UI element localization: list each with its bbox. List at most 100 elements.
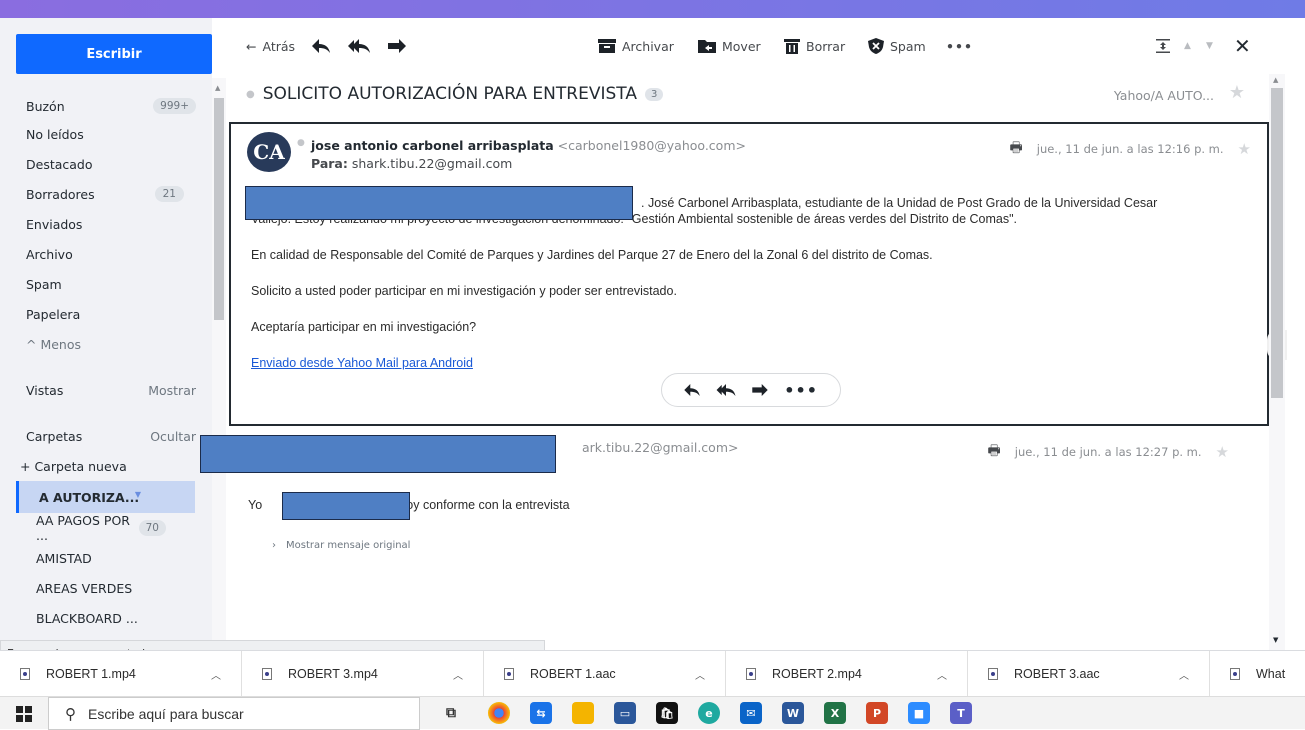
- star-icon[interactable]: ★: [1216, 443, 1229, 461]
- task-view-icon[interactable]: ⧉: [440, 702, 462, 724]
- compose-button[interactable]: Escribir: [16, 34, 212, 74]
- yahoo-mail-link[interactable]: Enviado desde Yahoo Mail para Android: [251, 354, 473, 372]
- download-item[interactable]: ROBERT 3.mp4 ︿: [242, 651, 484, 697]
- chevron-down-icon[interactable]: ▼: [135, 490, 141, 499]
- download-item[interactable]: ROBERT 2.mp4 ︿: [726, 651, 968, 697]
- windows-start-icon[interactable]: [16, 706, 32, 722]
- download-item[interactable]: ROBERT 3.aac ︿: [968, 651, 1210, 697]
- star-icon[interactable]: ★: [1238, 140, 1251, 158]
- reply-all-button[interactable]: [348, 39, 370, 53]
- sidebar-item-trash[interactable]: Papelera: [26, 302, 196, 326]
- forward-icon[interactable]: [752, 384, 768, 396]
- sidebar-folder-blackboard[interactable]: BLACKBOARD ...: [36, 606, 206, 630]
- sidebar-item-spam[interactable]: Spam: [26, 272, 196, 296]
- sidebar-item-starred[interactable]: Destacado: [26, 152, 196, 176]
- folder-breadcrumb[interactable]: Yahoo/A AUTO...: [1114, 88, 1214, 103]
- print-icon[interactable]: 🖶: [988, 440, 1001, 464]
- download-item[interactable]: What: [1210, 651, 1305, 697]
- sidebar-item-sent[interactable]: Enviados: [26, 212, 196, 236]
- print-icon[interactable]: 🖶: [1010, 137, 1023, 161]
- delete-button[interactable]: Borrar: [784, 38, 845, 54]
- file-icon: [1230, 668, 1240, 680]
- sidebar-scrollbar[interactable]: ▲: [212, 78, 226, 658]
- next-message-icon[interactable]: ▼: [1206, 41, 1213, 51]
- sidebar-folder-aa-pagos[interactable]: AA PAGOS POR ... 70: [36, 513, 166, 543]
- chrome-icon[interactable]: [488, 702, 510, 724]
- arrow-left-icon: ←: [246, 38, 257, 54]
- spam-button[interactable]: Spam: [868, 38, 926, 54]
- chevron-up-icon[interactable]: ︿: [453, 667, 463, 682]
- archive-button[interactable]: Archivar: [598, 39, 674, 54]
- back-button[interactable]: ← Atrás: [246, 39, 295, 54]
- sidebar-item-drafts[interactable]: Borradores 21: [26, 182, 196, 206]
- edge-icon[interactable]: e: [698, 702, 720, 724]
- chevron-right-icon: ›: [272, 540, 276, 551]
- scroll-down-icon[interactable]: ▼: [1273, 636, 1278, 644]
- message-card: CA ● jose antonio carbonel arribasplata …: [229, 122, 1269, 426]
- chevron-up-icon[interactable]: ︿: [211, 667, 221, 682]
- file-icon: [988, 668, 998, 680]
- chevron-up-icon[interactable]: ︿: [695, 667, 705, 682]
- trash-icon: [784, 39, 800, 54]
- word-icon[interactable]: W: [782, 702, 804, 724]
- photos-icon[interactable]: ▭: [614, 702, 636, 724]
- sender-name: jose antonio carbonel arribasplata: [311, 138, 554, 153]
- show-original-button[interactable]: › Mostrar mensaje original: [272, 540, 410, 551]
- excel-icon[interactable]: X: [824, 702, 846, 724]
- back-label: Atrás: [262, 38, 296, 54]
- reply-icon[interactable]: [684, 384, 700, 396]
- views-show-button[interactable]: Mostrar: [148, 383, 196, 398]
- date-text: jue., 11 de jun. a las 12:16 p. m.: [1036, 142, 1224, 156]
- scroll-up-icon[interactable]: ▲: [1273, 76, 1278, 84]
- sidebar-item-label: BLACKBOARD ...: [36, 610, 138, 626]
- message-toolbar: ← Atrás Archivar Mover Borrar Spam ••• ▲…: [232, 18, 1305, 74]
- mail-icon[interactable]: ✉: [740, 702, 762, 724]
- chevron-up-icon[interactable]: ︿: [937, 667, 947, 682]
- to-label: Para:: [311, 156, 348, 171]
- sidebar-item-label: Buzón: [26, 98, 65, 114]
- reply-icon: [312, 39, 330, 53]
- reply-button[interactable]: [312, 39, 330, 53]
- folders-label: Carpetas: [26, 428, 83, 444]
- star-icon[interactable]: ★: [1229, 82, 1245, 103]
- download-item[interactable]: ROBERT 1.mp4 ︿: [0, 651, 242, 697]
- sidebar-folder-areas-verdes[interactable]: AREAS VERDES: [36, 576, 206, 600]
- body-line: Solicito a usted poder participar en mi …: [251, 284, 677, 298]
- reply-all-icon: [348, 39, 370, 53]
- taskbar-search-input[interactable]: ⚲ Escribe aquí para buscar: [48, 697, 420, 730]
- teamviewer-icon[interactable]: ⇆: [530, 702, 552, 724]
- reply-all-icon[interactable]: [716, 384, 736, 396]
- chevron-up-icon[interactable]: ︿: [1179, 667, 1189, 682]
- sidebar-item-archive[interactable]: Archivo: [26, 242, 196, 266]
- forward-button[interactable]: [388, 39, 406, 53]
- message-scroll-thumb[interactable]: [1271, 88, 1283, 398]
- sidebar-item-inbox[interactable]: Buzón 999+: [26, 94, 196, 118]
- sidebar-folder-a-autoriza[interactable]: A AUTORIZA... ▼: [16, 481, 195, 513]
- previous-message-icon[interactable]: ▲: [1184, 41, 1191, 51]
- sender[interactable]: jose antonio carbonel arribasplata <carb…: [311, 138, 746, 153]
- message-scrollbar[interactable]: ▲ ▼: [1269, 74, 1285, 650]
- sidebar: Escribir Buzón 999+ No leídos Destacado …: [0, 18, 212, 650]
- folders-hide-button[interactable]: Ocultar: [150, 429, 196, 444]
- teams-icon[interactable]: T: [950, 702, 972, 724]
- sidebar-less-toggle[interactable]: ^ Menos: [26, 332, 196, 356]
- move-button[interactable]: Mover: [698, 39, 761, 54]
- sidebar-scroll-thumb[interactable]: [214, 98, 224, 320]
- sidebar-item-label: Archivo: [26, 246, 73, 262]
- store-icon[interactable]: 🛍: [656, 702, 678, 724]
- more-actions-button[interactable]: •••: [946, 39, 973, 54]
- close-icon[interactable]: ✕: [1234, 34, 1251, 58]
- recipient: Para: shark.tibu.22@gmail.com: [311, 156, 512, 171]
- more-icon[interactable]: •••: [784, 381, 818, 400]
- sidebar-item-unread[interactable]: No leídos: [26, 122, 196, 146]
- scroll-up-icon[interactable]: ▲: [215, 84, 220, 92]
- download-item[interactable]: ROBERT 1.aac ︿: [484, 651, 726, 697]
- powerpoint-icon[interactable]: P: [866, 702, 888, 724]
- sidebar-folder-amistad[interactable]: AMISTAD: [36, 546, 206, 570]
- collapse-all-icon[interactable]: [1156, 39, 1170, 53]
- zoom-icon[interactable]: ■: [908, 702, 930, 724]
- shield-icon: [868, 38, 884, 54]
- file-explorer-icon[interactable]: [572, 702, 594, 724]
- new-folder-button[interactable]: + Carpeta nueva: [20, 454, 190, 478]
- sidebar-item-label: Enviados: [26, 216, 83, 232]
